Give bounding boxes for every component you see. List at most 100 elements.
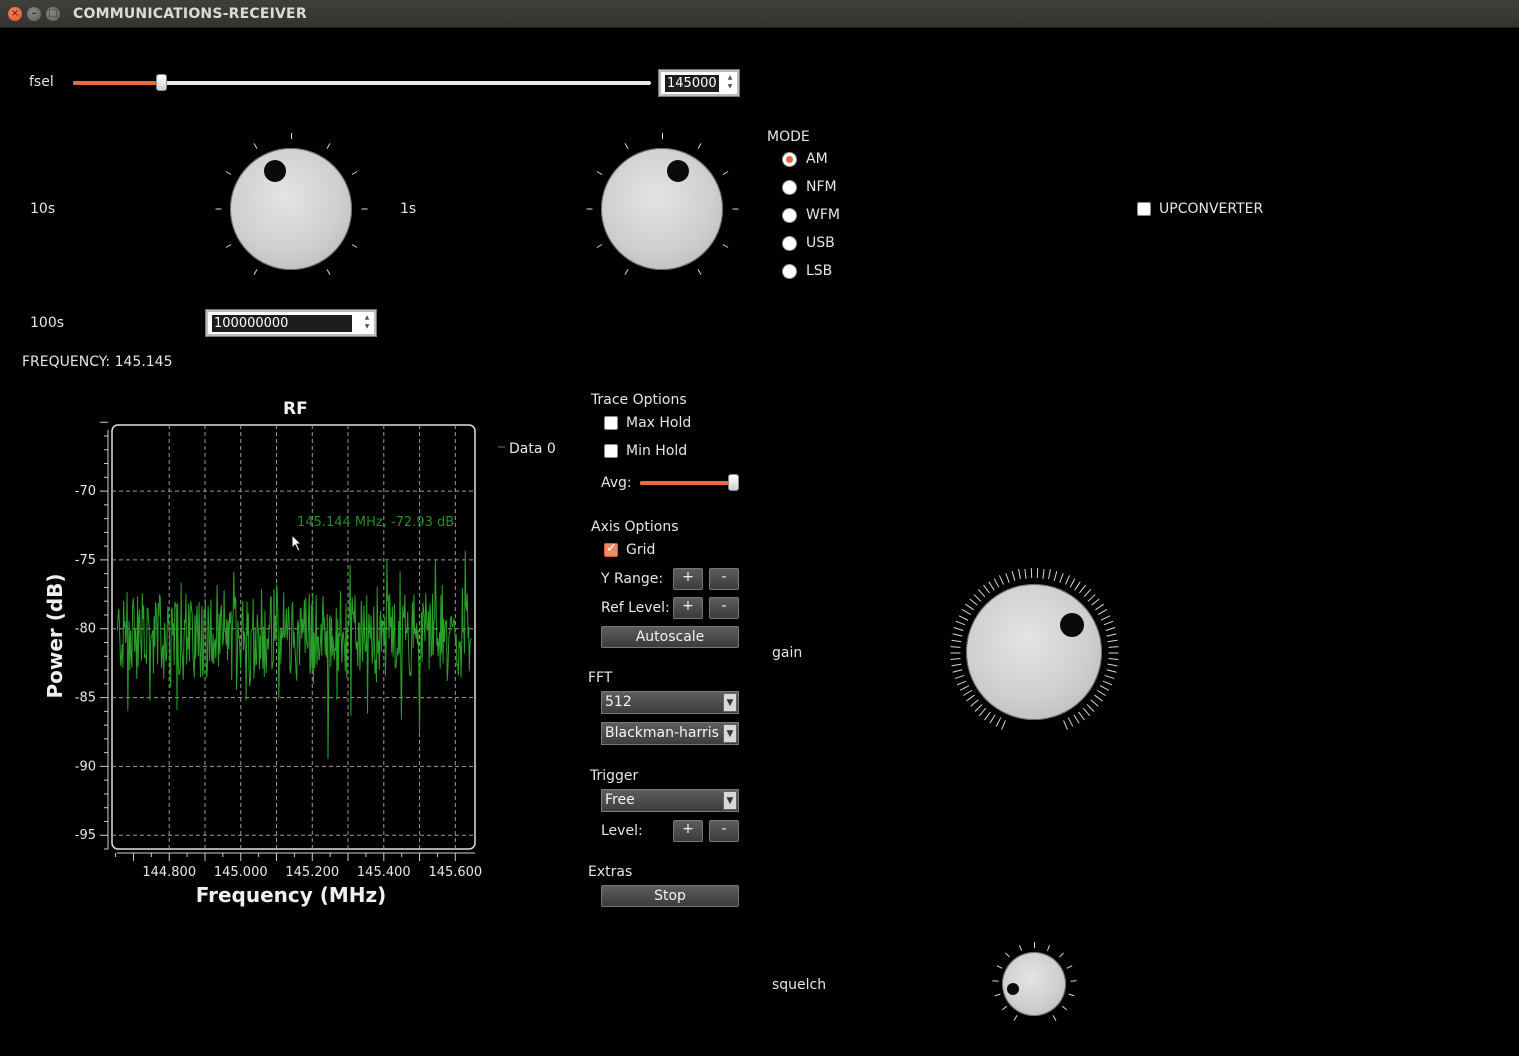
upconverter-checkbox[interactable] <box>1137 202 1151 216</box>
avg-slider-fill <box>640 481 733 485</box>
knob-tick <box>1069 578 1076 588</box>
knob-tick <box>225 170 232 175</box>
knob-tick <box>977 589 986 598</box>
knob-tick <box>969 598 978 606</box>
extras-title: Extras <box>588 864 633 880</box>
mode-label-usb: USB <box>806 235 835 251</box>
fft-size-select[interactable]: 512 ▼ <box>601 691 739 714</box>
avg-slider[interactable] <box>640 474 739 491</box>
marker-annotation: 145.144 MHz, -72.93 dB <box>297 515 454 530</box>
close-icon[interactable]: × <box>8 7 22 21</box>
knob-tick <box>1018 944 1022 951</box>
maximize-icon[interactable]: □ <box>46 7 60 21</box>
max-hold-checkbox[interactable] <box>604 416 618 430</box>
y-range-plus-button[interactable]: + <box>673 568 703 590</box>
trigger-level-minus-button[interactable]: - <box>709 820 739 842</box>
knob-tick <box>326 269 330 276</box>
fsel-slider-handle[interactable] <box>156 74 167 91</box>
ref-level-minus-button[interactable]: - <box>709 597 739 619</box>
trigger-mode-value: Free <box>605 792 635 808</box>
knob-tick <box>956 620 966 626</box>
knob-tick <box>1091 598 1100 606</box>
knob-tick <box>596 170 603 175</box>
trigger-level-label: Level: <box>601 823 643 839</box>
knob-body[interactable] <box>230 148 352 270</box>
knob-tick <box>995 717 1001 727</box>
plot-frame <box>111 424 476 850</box>
knob-tick <box>1077 711 1085 721</box>
mode-radio-nfm[interactable] <box>782 180 797 195</box>
fsel-value[interactable]: 145000 <box>665 75 719 92</box>
knob-tick <box>954 674 965 679</box>
min-hold-checkbox[interactable] <box>604 444 618 458</box>
knob-tick <box>1108 645 1119 648</box>
grid-checkbox[interactable] <box>604 541 618 557</box>
y-tick-label: -85 <box>75 691 96 706</box>
knob-tick <box>951 663 962 667</box>
knob-tick <box>1017 569 1021 580</box>
ref-level-plus-button[interactable]: + <box>673 597 703 619</box>
chevron-down-icon[interactable]: ▼ <box>723 693 737 712</box>
window-title: COMMUNICATIONS-RECEIVER <box>73 6 307 22</box>
knob-tick <box>1086 703 1095 712</box>
stop-button[interactable]: Stop <box>601 885 739 907</box>
knob-tick <box>992 980 999 982</box>
knob-body[interactable] <box>966 584 1102 720</box>
knob-tick <box>1052 1014 1056 1021</box>
trigger-level-plus-button[interactable]: + <box>673 820 703 842</box>
mode-label-lsb: LSB <box>806 263 833 279</box>
knob-tick <box>1105 626 1115 631</box>
knob-tick <box>662 133 663 139</box>
autoscale-button[interactable]: Autoscale <box>601 626 739 648</box>
y-tick-label: -80 <box>75 622 96 637</box>
knob-tick <box>1058 952 1064 958</box>
ones-label: 1s <box>400 201 417 217</box>
spin-arrows-icon[interactable]: ▲ ▼ <box>725 73 735 93</box>
legend-label: Data 0 <box>509 441 556 457</box>
mode-radio-usb[interactable] <box>782 236 797 251</box>
knob-tick <box>1034 942 1035 948</box>
minimize-icon[interactable]: – <box>27 7 41 21</box>
fsel-slider[interactable] <box>73 74 651 91</box>
knob-tick <box>596 243 603 248</box>
y-range-minus-button[interactable]: - <box>709 568 739 590</box>
trigger-mode-select[interactable]: Free ▼ <box>601 789 739 812</box>
series-line-data-0 <box>116 550 472 760</box>
trigger-title: Trigger <box>590 768 639 784</box>
knob-tick <box>1053 570 1058 581</box>
spin-arrows-icon[interactable]: ▲ ▼ <box>362 313 372 333</box>
hundreds-value[interactable]: 100000000 <box>212 315 352 332</box>
knob-body[interactable] <box>601 148 723 270</box>
gain-label: gain <box>772 645 803 661</box>
chevron-down-icon[interactable]: ▼ <box>723 791 737 810</box>
knob-tick <box>970 699 979 707</box>
chevron-down-icon[interactable]: ▼ <box>723 724 737 743</box>
knob-tick <box>950 658 961 660</box>
knob-tick <box>1068 717 1074 727</box>
plot-title: RF <box>283 399 308 419</box>
mode-title: MODE <box>767 129 810 145</box>
knob-tick <box>973 593 982 602</box>
hundreds-spinbox[interactable]: 100000000 ▲ ▼ <box>205 309 377 337</box>
fft-window-select[interactable]: Blackman-harris ▼ <box>601 722 739 745</box>
mode-radio-lsb[interactable] <box>782 264 797 279</box>
knob-tick <box>1070 980 1077 982</box>
knob-tick <box>732 208 739 210</box>
avg-slider-handle[interactable] <box>728 474 739 491</box>
knob-tick <box>1097 690 1107 697</box>
mode-radio-am[interactable] <box>782 152 797 167</box>
knob-tick <box>951 639 962 642</box>
fsel-spinbox[interactable]: 145000 ▲ ▼ <box>658 69 740 97</box>
knob-tick <box>722 243 729 248</box>
knob-tick <box>1048 569 1052 580</box>
knob-tick <box>253 142 257 149</box>
mode-radio-wfm[interactable] <box>782 208 797 223</box>
fsel-label: fsel <box>29 74 54 90</box>
mode-label-am: AM <box>806 151 828 167</box>
knob-tick <box>996 965 1003 969</box>
knob-tick <box>1103 620 1113 626</box>
x-axis-title: Frequency (MHz) <box>196 883 387 907</box>
knob-tick <box>1013 1014 1017 1021</box>
knob-tick <box>326 142 330 149</box>
knob-tick <box>965 603 974 611</box>
